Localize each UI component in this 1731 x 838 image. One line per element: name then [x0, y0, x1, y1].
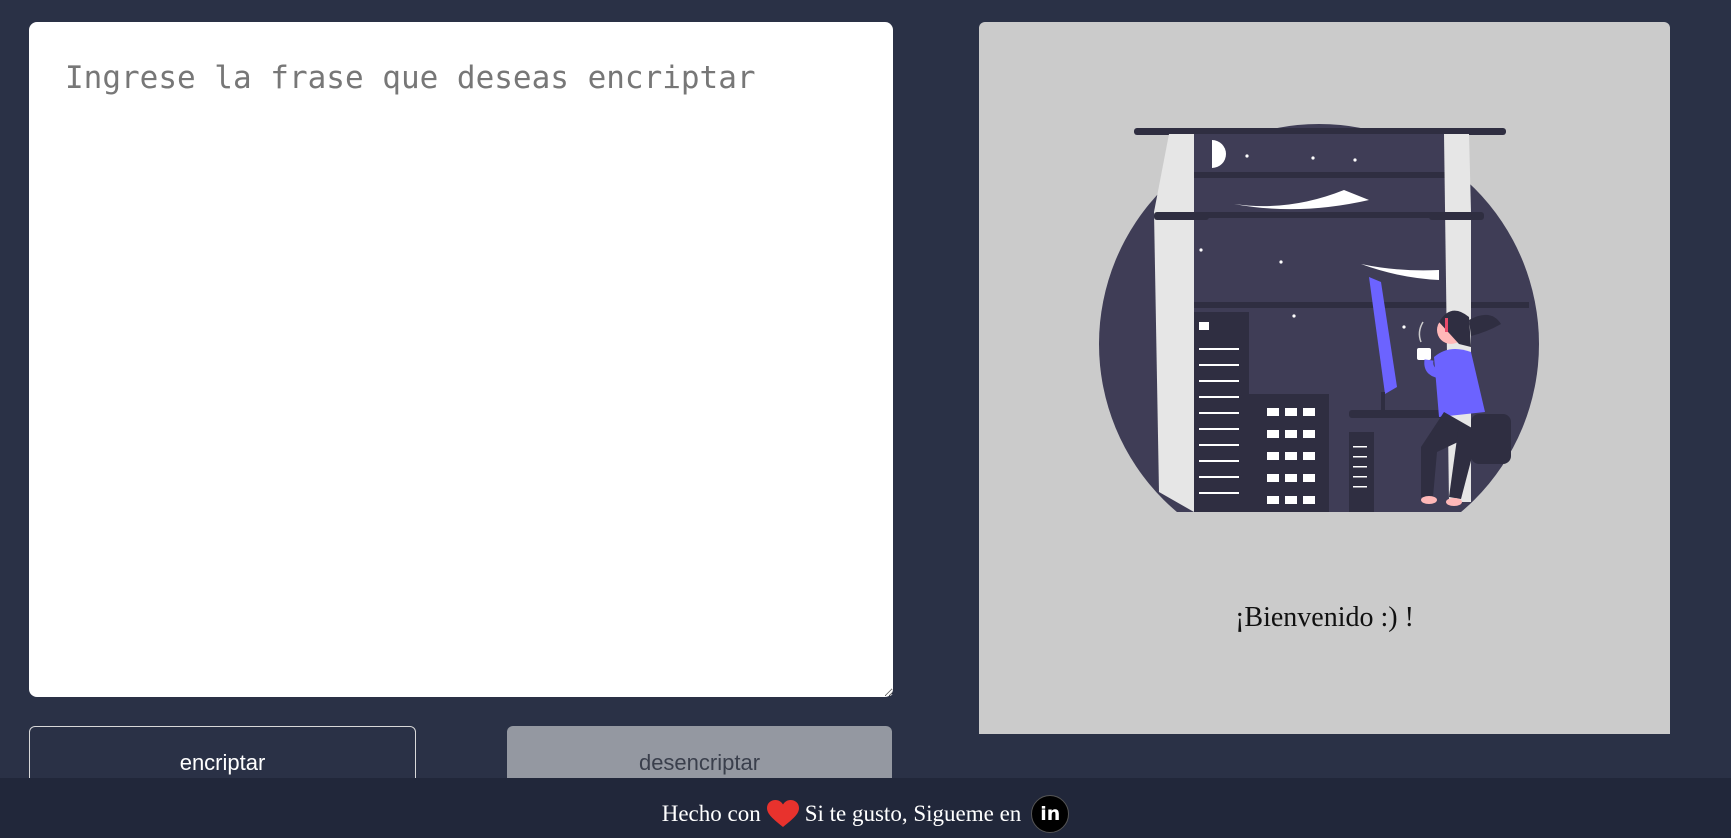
footer-follow-text: Si te gusto, Sigueme en: [804, 801, 1022, 826]
footer: Hecho con Si te gusto, Sigueme en in: [0, 778, 1731, 838]
page: encriptar desencriptar: [0, 0, 1731, 838]
heart-icon: [766, 800, 799, 827]
chair: [1471, 414, 1511, 464]
desk: [1349, 410, 1449, 418]
woman-at-window-illustration: [1099, 124, 1539, 512]
phrase-input[interactable]: [29, 22, 893, 697]
welcome-message: ¡Bienvenido :) !: [1235, 602, 1414, 633]
left-curtain: [1154, 134, 1194, 512]
linkedin-icon[interactable]: in: [1031, 795, 1070, 833]
curtain-rod: [1134, 128, 1506, 135]
coffee-cup-icon: [1417, 348, 1431, 360]
output-panel: ¡Bienvenido :) !: [979, 22, 1670, 734]
footer-made-with: Hecho con: [661, 801, 761, 826]
